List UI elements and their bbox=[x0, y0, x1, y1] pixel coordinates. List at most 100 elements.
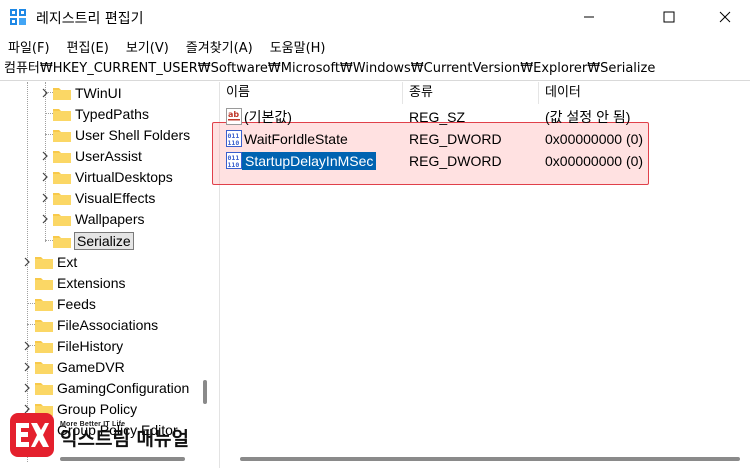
value-row-waitforidlestate[interactable]: 011 110 WaitForIdleState REG_DWORD 0x000… bbox=[220, 128, 750, 150]
value-row-default[interactable]: ab (기본값) REG_SZ (값 설정 안 됨) bbox=[220, 106, 750, 128]
values-list[interactable]: 이름 종류 데이터 ab (기본값) REG_SZ (값 설정 안 됨) 011… bbox=[212, 82, 750, 468]
dword-value-icon: 011 110 bbox=[226, 130, 242, 147]
folder-icon bbox=[35, 256, 53, 269]
tree-item-label: Ext bbox=[57, 253, 78, 270]
tree-item-userassist[interactable]: UserAssist bbox=[40, 145, 142, 166]
value-data: (값 설정 안 됨) bbox=[545, 109, 631, 125]
folder-icon bbox=[53, 108, 71, 121]
maximize-icon bbox=[663, 11, 675, 23]
chevron-right-icon[interactable] bbox=[40, 172, 50, 182]
tree-item-ext[interactable]: Ext bbox=[22, 251, 77, 272]
chevron-right-icon[interactable] bbox=[22, 341, 32, 351]
tree-item-user-shell-folders[interactable]: User Shell Folders bbox=[40, 124, 190, 145]
string-value-icon: ab bbox=[226, 108, 242, 125]
ex-logo-icon bbox=[16, 423, 49, 447]
menu-view[interactable]: 보기(V) bbox=[124, 35, 171, 58]
folder-icon bbox=[35, 361, 53, 374]
value-name: WaitForIdleState bbox=[244, 131, 348, 147]
tree-item-virtualdesktops[interactable]: VirtualDesktops bbox=[40, 166, 173, 187]
address-bar[interactable]: 컴퓨터₩HKEY_CURRENT_USER₩Software₩Microsoft… bbox=[0, 58, 750, 81]
menu-edit[interactable]: 편집(E) bbox=[65, 35, 111, 58]
tree-item-serialize[interactable]: Serialize bbox=[40, 230, 134, 251]
minimize-icon bbox=[584, 16, 594, 18]
tree-item-label: VirtualDesktops bbox=[75, 168, 173, 185]
svg-text:110: 110 bbox=[228, 139, 240, 147]
tree-item-label: Serialize bbox=[74, 231, 134, 250]
value-type: REG_DWORD bbox=[409, 153, 502, 169]
chevron-right-icon[interactable] bbox=[22, 257, 32, 267]
chevron-right-icon[interactable] bbox=[40, 151, 50, 161]
tree-item-typedpaths[interactable]: TypedPaths bbox=[40, 103, 149, 124]
column-header-type[interactable]: 종류 bbox=[403, 82, 539, 104]
folder-icon bbox=[53, 129, 71, 142]
watermark: More Better IT Life 익스트림 매뉴얼 bbox=[10, 413, 189, 457]
tree-item-label: TypedPaths bbox=[75, 105, 149, 122]
close-icon bbox=[719, 11, 731, 23]
svg-text:110: 110 bbox=[228, 161, 240, 169]
folder-icon bbox=[35, 382, 53, 395]
column-header-data[interactable]: 데이터 bbox=[539, 82, 750, 104]
tree-item-gamingconfiguration[interactable]: GamingConfiguration bbox=[22, 377, 189, 398]
column-header-name[interactable]: 이름 bbox=[220, 82, 403, 104]
tree-item-fileassociations[interactable]: FileAssociations bbox=[22, 314, 158, 335]
tree-item-label: Extensions bbox=[57, 274, 126, 291]
folder-icon bbox=[53, 171, 71, 184]
menu-help[interactable]: 도움말(H) bbox=[268, 35, 328, 58]
minimize-button[interactable] bbox=[566, 0, 612, 34]
chevron-right-icon[interactable] bbox=[22, 383, 32, 393]
tree-item-filehistory[interactable]: FileHistory bbox=[22, 335, 123, 356]
tree-item-label: GamingConfiguration bbox=[57, 379, 190, 396]
tree-item-label: FileHistory bbox=[57, 337, 124, 354]
dword-value-icon: 011 110 bbox=[226, 152, 242, 169]
value-name-selected[interactable]: StartupDelayInMSec bbox=[242, 152, 377, 170]
folder-icon bbox=[53, 150, 71, 163]
tree-item-label: TWinUI bbox=[75, 84, 122, 101]
menu-favorites[interactable]: 즐겨찾기(A) bbox=[184, 35, 255, 58]
folder-icon bbox=[53, 87, 71, 100]
menu-file[interactable]: 파일(F) bbox=[6, 35, 52, 58]
tree-item-extensions[interactable]: Extensions bbox=[22, 272, 125, 293]
folder-icon bbox=[35, 340, 53, 353]
value-data: 0x00000000 (0) bbox=[545, 153, 644, 169]
tree-item-gamedvr[interactable]: GameDVR bbox=[22, 356, 125, 377]
tree-item-label: Feeds bbox=[57, 295, 96, 312]
tree-item-wallpapers[interactable]: Wallpapers bbox=[40, 208, 145, 229]
values-horizontal-scrollbar[interactable] bbox=[240, 457, 740, 461]
tree-item-twinui[interactable]: TWinUI bbox=[40, 82, 122, 103]
svg-text:ab: ab bbox=[228, 110, 239, 119]
tree-item-label: Wallpapers bbox=[75, 210, 145, 227]
close-button[interactable] bbox=[702, 0, 748, 34]
registry-editor-app-icon bbox=[10, 9, 26, 25]
tree-horizontal-scrollbar[interactable] bbox=[60, 457, 185, 461]
chevron-right-icon[interactable] bbox=[22, 362, 32, 372]
folder-icon bbox=[53, 192, 71, 205]
value-type: REG_SZ bbox=[409, 109, 466, 125]
tree-item-feeds[interactable]: Feeds bbox=[22, 293, 96, 314]
chevron-right-icon[interactable] bbox=[40, 214, 50, 224]
tree-item-label: GameDVR bbox=[57, 358, 125, 375]
value-data: 0x00000000 (0) bbox=[545, 131, 644, 147]
folder-icon bbox=[35, 277, 53, 290]
folder-icon bbox=[53, 213, 71, 226]
value-name: (기본값) bbox=[244, 109, 292, 125]
value-row-startupdelayinmsec[interactable]: 011 110 StartupDelayInMSec REG_DWORD 0x0… bbox=[220, 150, 750, 172]
brand-name: 익스트림 매뉴얼 bbox=[60, 427, 189, 450]
chevron-right-icon[interactable] bbox=[40, 193, 50, 203]
chevron-right-icon[interactable] bbox=[40, 88, 50, 98]
key-tree[interactable]: TWinUI TypedPaths User Shell Folders Use… bbox=[0, 82, 214, 468]
value-type: REG_DWORD bbox=[409, 131, 502, 147]
window-title: 레지스트리 편집기 bbox=[36, 11, 144, 27]
brand-logo bbox=[10, 413, 54, 457]
tree-item-label: FileAssociations bbox=[57, 316, 159, 333]
menu-bar: 파일(F) 편집(E) 보기(V) 즐겨찾기(A) 도움말(H) bbox=[0, 34, 750, 58]
folder-icon bbox=[35, 319, 53, 332]
folder-icon bbox=[35, 298, 53, 311]
brand-tagline: More Better IT Life bbox=[60, 420, 126, 428]
maximize-button[interactable] bbox=[646, 0, 692, 34]
tree-item-label: UserAssist bbox=[75, 147, 142, 164]
title-bar: 레지스트리 편집기 bbox=[0, 0, 750, 34]
tree-vertical-scrollbar[interactable] bbox=[203, 380, 207, 404]
tree-item-label: VisualEffects bbox=[75, 189, 156, 206]
tree-item-visualeffects[interactable]: VisualEffects bbox=[40, 187, 155, 208]
folder-icon bbox=[53, 235, 71, 248]
